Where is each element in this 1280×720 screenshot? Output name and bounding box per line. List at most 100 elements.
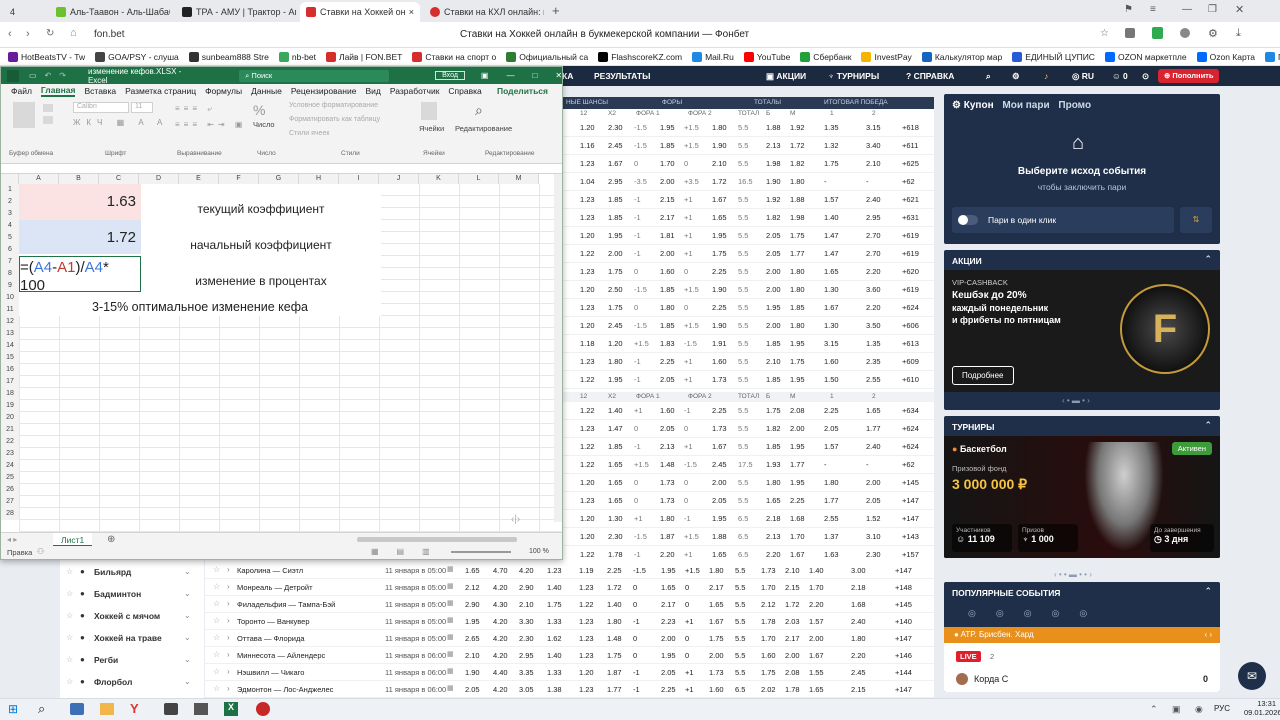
more-markets-link[interactable]: +619 bbox=[902, 285, 919, 294]
bookmark-item[interactable]: Ozon Карта bbox=[1196, 51, 1255, 62]
undo-icon[interactable]: ↶ bbox=[45, 71, 52, 80]
odds-cell[interactable]: 1.80 bbox=[790, 177, 805, 186]
odds-cell[interactable]: +144 bbox=[895, 668, 912, 677]
vertical-scrollbar[interactable] bbox=[554, 174, 562, 522]
odds-cell[interactable]: 1.60 bbox=[824, 357, 839, 366]
match-teams[interactable]: Нэшвилл — Чикаго bbox=[237, 668, 304, 677]
odds-cell[interactable]: -1 bbox=[633, 617, 640, 626]
conditional-format-button[interactable]: Условное форматирование bbox=[289, 102, 378, 109]
odds-cell[interactable]: 1.20 bbox=[580, 285, 595, 294]
odds-cell[interactable]: +148 bbox=[895, 583, 912, 592]
odds-cell[interactable]: 1.72 bbox=[790, 141, 805, 150]
row-header[interactable]: 9 bbox=[1, 280, 19, 292]
app-icon-2[interactable] bbox=[194, 703, 208, 715]
extensions-icon[interactable]: ⚙ bbox=[1208, 27, 1218, 40]
cells-icon[interactable] bbox=[421, 102, 437, 120]
gear-icon[interactable]: ⚙ bbox=[952, 100, 964, 111]
column-header[interactable]: L bbox=[459, 174, 499, 184]
odds-cell[interactable]: 0 bbox=[685, 651, 689, 660]
editing-button[interactable]: Редактирование bbox=[455, 124, 512, 133]
odds-cell[interactable]: 5.5 bbox=[735, 566, 745, 575]
odds-cell[interactable]: 1.80 bbox=[712, 123, 727, 132]
font-format-buttons[interactable]: ЖКЧ ▦ A A bbox=[73, 118, 168, 127]
download-icon[interactable]: ⤓ bbox=[1236, 27, 1241, 40]
odds-cell[interactable]: 2.95 bbox=[608, 177, 623, 186]
minimize-icon[interactable]: — bbox=[1182, 4, 1192, 15]
odds-cell[interactable]: 2.25 bbox=[660, 357, 675, 366]
stats-icon[interactable]: ▦ bbox=[447, 633, 454, 641]
odds-cell[interactable]: 1.80 bbox=[660, 303, 675, 312]
more-markets-link[interactable]: +624 bbox=[902, 424, 919, 433]
odds-cell[interactable]: 1.33 bbox=[547, 668, 562, 677]
tray-icons[interactable]: ⌃ ▣ ◉ bbox=[1150, 704, 1209, 715]
odds-cell[interactable]: +145 bbox=[895, 600, 912, 609]
odds-cell[interactable]: 5.5 bbox=[735, 600, 745, 609]
odds-cell[interactable]: 2.95 bbox=[519, 651, 534, 660]
more-markets-link[interactable]: +613 bbox=[902, 339, 919, 348]
odds-cell[interactable]: 1.95 bbox=[608, 231, 623, 240]
odds-cell[interactable]: 1.95 bbox=[712, 231, 727, 240]
odds-cell[interactable]: 1.72 bbox=[785, 600, 800, 609]
save-icon[interactable]: ▭ bbox=[29, 71, 37, 80]
column-header[interactable]: F bbox=[219, 174, 259, 184]
star-icon[interactable]: ☆ bbox=[66, 633, 73, 642]
row-header[interactable]: 10 bbox=[1, 292, 19, 304]
odds-cell[interactable]: 1.60 bbox=[709, 685, 724, 694]
odds-cell[interactable]: 2.65 bbox=[465, 634, 480, 643]
odds-cell[interactable]: 1.23 bbox=[579, 685, 594, 694]
bookmark-item[interactable]: nb-bet bbox=[278, 51, 316, 62]
bookmark-item[interactable]: FlashscoreKZ.com bbox=[598, 51, 682, 62]
odds-cell[interactable]: 1.23 bbox=[547, 566, 562, 575]
odds-cell[interactable]: 2.05 bbox=[660, 375, 675, 384]
odds-cell[interactable]: 1.67 bbox=[809, 651, 824, 660]
odds-cell[interactable]: 4.20 bbox=[493, 634, 508, 643]
odds-cell[interactable]: 1.75 bbox=[790, 357, 805, 366]
sport-item[interactable]: ☆ ● Хоккей на траве ⌄ bbox=[60, 628, 204, 650]
odds-cell[interactable]: 2.17 bbox=[785, 634, 800, 643]
clock[interactable]: 13:31 09.01.2026 bbox=[1244, 699, 1280, 717]
collapse-icon[interactable]: ⌃ bbox=[1204, 420, 1212, 431]
nav-item-promos[interactable]: ▣ АКЦИИ bbox=[766, 71, 806, 82]
more-markets-link[interactable]: +62 bbox=[902, 460, 915, 469]
row-header[interactable]: 18 bbox=[1, 388, 19, 400]
tab-1[interactable]: Аль-Таавон - Аль-Шабаб bbox=[50, 2, 170, 22]
stats-icon[interactable]: ▦ bbox=[447, 684, 454, 692]
shield-icon[interactable] bbox=[1152, 27, 1163, 39]
odds-cell[interactable]: 1.67 bbox=[608, 159, 623, 168]
odds-cell[interactable]: 1.80 bbox=[766, 478, 781, 487]
odds-cell[interactable]: 2.00 bbox=[660, 177, 675, 186]
bookmark-icon[interactable]: ⚑ bbox=[1124, 4, 1133, 15]
star-icon[interactable]: ☆ bbox=[213, 616, 220, 625]
odds-cell[interactable]: 1.92 bbox=[790, 123, 805, 132]
odds-cell[interactable]: 1.20 bbox=[580, 514, 595, 523]
row-header[interactable]: 4 bbox=[1, 220, 19, 232]
odds-cell[interactable]: 1.20 bbox=[580, 478, 595, 487]
odds-cell[interactable]: 1.87 bbox=[660, 532, 675, 541]
odds-cell[interactable]: 1.80 bbox=[790, 267, 805, 276]
tournament-pager[interactable]: ‹ • • ▬ • • › bbox=[1054, 570, 1092, 579]
more-markets-link[interactable]: +147 bbox=[902, 496, 919, 505]
odds-cell[interactable]: 1.87 bbox=[607, 668, 622, 677]
row-header[interactable]: 24 bbox=[1, 460, 19, 472]
stats-icon[interactable]: ▦ bbox=[447, 667, 454, 675]
odds-cell[interactable]: 0 bbox=[633, 634, 637, 643]
ribbon-display-icon[interactable]: ▣ bbox=[481, 71, 489, 80]
more-markets-link[interactable]: +624 bbox=[902, 303, 919, 312]
odds-cell[interactable]: 2.30 bbox=[608, 123, 623, 132]
star-icon[interactable]: ☆ bbox=[66, 677, 73, 686]
extension-icon[interactable] bbox=[1125, 28, 1135, 38]
more-markets-link[interactable]: +62 bbox=[902, 177, 915, 186]
match-teams[interactable]: Филадельфия — Тампа-Бэй bbox=[237, 600, 335, 609]
odds-cell[interactable]: 3.15 bbox=[824, 339, 839, 348]
odds-cell[interactable]: 1.95 bbox=[790, 375, 805, 384]
odds-cell[interactable]: 2.45 bbox=[851, 668, 866, 677]
odds-cell[interactable]: 1.40 bbox=[607, 600, 622, 609]
horizontal-scrollbar[interactable] bbox=[357, 537, 517, 542]
ribbon-tab[interactable]: Главная bbox=[40, 85, 76, 97]
ribbon-tab[interactable]: Разработчик bbox=[390, 86, 440, 96]
odds-cell[interactable]: 1.23 bbox=[580, 303, 595, 312]
odds-cell[interactable]: 4.20 bbox=[493, 651, 508, 660]
row-header[interactable]: 11 bbox=[1, 304, 19, 316]
odds-cell[interactable]: 1.60 bbox=[660, 267, 675, 276]
odds-cell[interactable]: 1.67 bbox=[790, 550, 805, 559]
